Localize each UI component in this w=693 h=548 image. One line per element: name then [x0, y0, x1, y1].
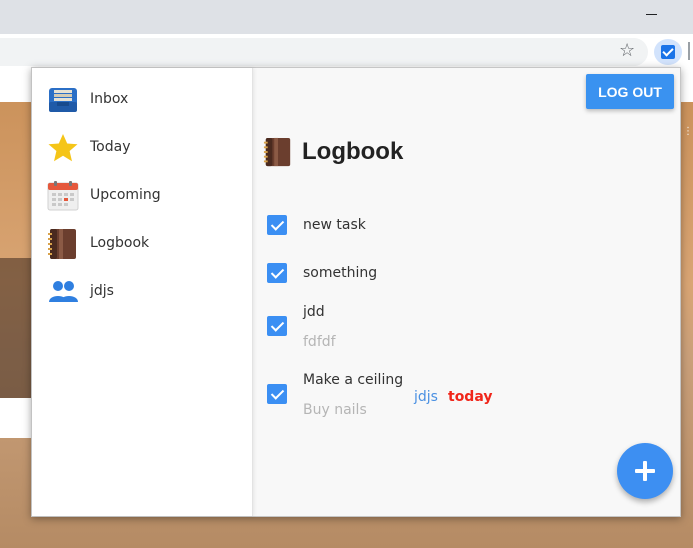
task-title[interactable]: new task — [303, 217, 366, 233]
sidebar-item-label: Inbox — [90, 91, 129, 107]
sidebar-item-label: Today — [90, 139, 131, 155]
extension-button[interactable] — [654, 39, 682, 65]
checkbox-icon — [661, 45, 675, 59]
sidebar-item-inbox[interactable]: Inbox — [32, 78, 252, 122]
background-grid-icon: ⋮⋮ — [683, 126, 693, 137]
sidebar-item-label: Logbook — [90, 235, 150, 251]
minimize-icon[interactable] — [646, 14, 657, 15]
sidebar-item-label: jdjs — [90, 283, 114, 299]
task-checkbox[interactable] — [267, 384, 287, 404]
task-project-tag[interactable]: jdjs — [414, 389, 438, 405]
add-task-button[interactable] — [617, 443, 673, 499]
task-note: fdfdf — [303, 334, 336, 350]
sidebar-item-label: Upcoming — [90, 187, 161, 203]
main-panel: LOG OUT Logbook new task something jdd f… — [253, 68, 680, 516]
sidebar: Inbox Today Upcoming Logbook jdjs — [32, 68, 253, 516]
task-checkbox[interactable] — [267, 215, 287, 235]
plus-icon-vertical — [643, 461, 647, 481]
sidebar-item-today[interactable]: Today — [32, 126, 252, 170]
task-title[interactable]: Make a ceiling — [303, 372, 403, 388]
toolbar-divider — [688, 42, 690, 60]
browser-toolbar: ☆ — [0, 34, 693, 69]
logbook-icon — [263, 137, 291, 167]
address-bar[interactable] — [0, 38, 648, 66]
star-icon — [48, 134, 78, 162]
task-title[interactable]: jdd — [303, 304, 325, 320]
logbook-icon — [48, 229, 76, 259]
task-checkbox[interactable] — [267, 316, 287, 336]
sidebar-item-jdjs[interactable]: jdjs — [32, 270, 252, 314]
extension-popup: Inbox Today Upcoming Logbook jdjs LOG OU… — [31, 67, 681, 517]
sidebar-item-logbook[interactable]: Logbook — [32, 222, 252, 266]
task-title[interactable]: something — [303, 265, 377, 281]
logout-button[interactable]: LOG OUT — [586, 74, 674, 109]
browser-titlebar — [0, 0, 693, 34]
task-checkbox[interactable] — [267, 263, 287, 283]
task-due-badge: today — [448, 389, 493, 405]
calendar-icon — [47, 181, 79, 211]
people-icon — [49, 281, 78, 302]
task-note: Buy nails — [303, 402, 367, 418]
bookmark-star-icon[interactable]: ☆ — [619, 38, 635, 64]
page-title: Logbook — [302, 138, 404, 165]
inbox-tray-icon — [49, 88, 77, 112]
sidebar-item-upcoming[interactable]: Upcoming — [32, 174, 252, 218]
